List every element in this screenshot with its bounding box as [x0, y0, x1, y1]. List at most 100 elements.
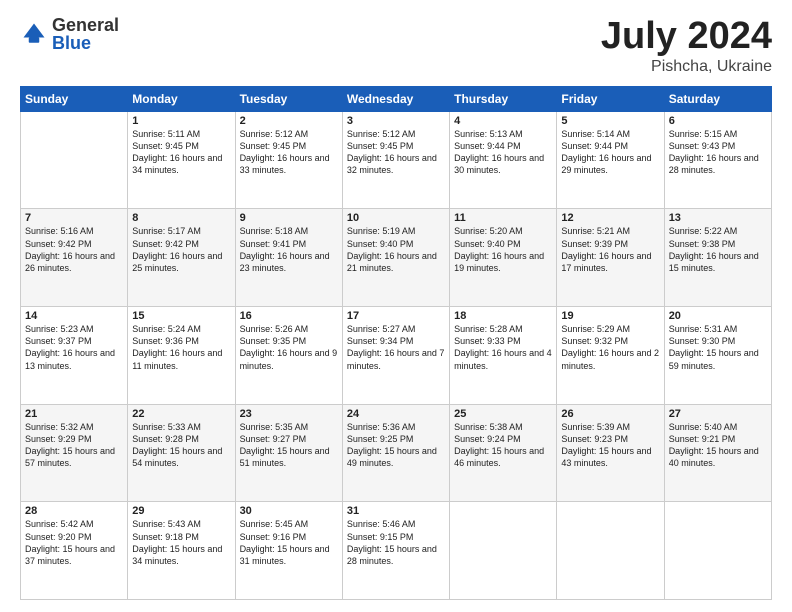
- day-info: Sunrise: 5:26 AMSunset: 9:35 PMDaylight:…: [240, 323, 338, 372]
- day-info: Sunrise: 5:21 AMSunset: 9:39 PMDaylight:…: [561, 225, 659, 274]
- table-row: 11Sunrise: 5:20 AMSunset: 9:40 PMDayligh…: [450, 209, 557, 307]
- table-row: 14Sunrise: 5:23 AMSunset: 9:37 PMDayligh…: [21, 307, 128, 405]
- logo-general-text: General: [52, 16, 119, 34]
- table-row: 5Sunrise: 5:14 AMSunset: 9:44 PMDaylight…: [557, 111, 664, 209]
- day-number: 27: [669, 408, 767, 420]
- calendar-week-row: 14Sunrise: 5:23 AMSunset: 9:37 PMDayligh…: [21, 307, 772, 405]
- table-row: 21Sunrise: 5:32 AMSunset: 9:29 PMDayligh…: [21, 404, 128, 502]
- day-number: 23: [240, 408, 338, 420]
- day-info: Sunrise: 5:19 AMSunset: 9:40 PMDaylight:…: [347, 225, 445, 274]
- day-info: Sunrise: 5:27 AMSunset: 9:34 PMDaylight:…: [347, 323, 445, 372]
- day-info: Sunrise: 5:35 AMSunset: 9:27 PMDaylight:…: [240, 421, 338, 470]
- col-saturday: Saturday: [664, 86, 771, 111]
- day-number: 17: [347, 310, 445, 322]
- day-number: 12: [561, 212, 659, 224]
- day-info: Sunrise: 5:33 AMSunset: 9:28 PMDaylight:…: [132, 421, 230, 470]
- day-info: Sunrise: 5:22 AMSunset: 9:38 PMDaylight:…: [669, 225, 767, 274]
- day-number: 19: [561, 310, 659, 322]
- day-info: Sunrise: 5:14 AMSunset: 9:44 PMDaylight:…: [561, 128, 659, 177]
- day-number: 22: [132, 408, 230, 420]
- table-row: 28Sunrise: 5:42 AMSunset: 9:20 PMDayligh…: [21, 502, 128, 600]
- day-info: Sunrise: 5:43 AMSunset: 9:18 PMDaylight:…: [132, 518, 230, 567]
- day-number: 30: [240, 505, 338, 517]
- col-monday: Monday: [128, 86, 235, 111]
- calendar-week-row: 1Sunrise: 5:11 AMSunset: 9:45 PMDaylight…: [21, 111, 772, 209]
- day-number: 10: [347, 212, 445, 224]
- day-number: 28: [25, 505, 123, 517]
- table-row: [557, 502, 664, 600]
- day-info: Sunrise: 5:12 AMSunset: 9:45 PMDaylight:…: [347, 128, 445, 177]
- day-info: Sunrise: 5:16 AMSunset: 9:42 PMDaylight:…: [25, 225, 123, 274]
- table-row: 22Sunrise: 5:33 AMSunset: 9:28 PMDayligh…: [128, 404, 235, 502]
- day-info: Sunrise: 5:36 AMSunset: 9:25 PMDaylight:…: [347, 421, 445, 470]
- calendar-table: Sunday Monday Tuesday Wednesday Thursday…: [20, 86, 772, 600]
- table-row: [21, 111, 128, 209]
- day-number: 18: [454, 310, 552, 322]
- table-row: 20Sunrise: 5:31 AMSunset: 9:30 PMDayligh…: [664, 307, 771, 405]
- table-row: 7Sunrise: 5:16 AMSunset: 9:42 PMDaylight…: [21, 209, 128, 307]
- table-row: 31Sunrise: 5:46 AMSunset: 9:15 PMDayligh…: [342, 502, 449, 600]
- table-row: 9Sunrise: 5:18 AMSunset: 9:41 PMDaylight…: [235, 209, 342, 307]
- logo-blue-text: Blue: [52, 34, 119, 52]
- logo-text: General Blue: [52, 16, 119, 52]
- title-location: Pishcha, Ukraine: [601, 58, 772, 76]
- day-number: 2: [240, 115, 338, 127]
- day-number: 16: [240, 310, 338, 322]
- day-info: Sunrise: 5:46 AMSunset: 9:15 PMDaylight:…: [347, 518, 445, 567]
- day-number: 24: [347, 408, 445, 420]
- col-sunday: Sunday: [21, 86, 128, 111]
- day-number: 20: [669, 310, 767, 322]
- day-info: Sunrise: 5:15 AMSunset: 9:43 PMDaylight:…: [669, 128, 767, 177]
- day-info: Sunrise: 5:32 AMSunset: 9:29 PMDaylight:…: [25, 421, 123, 470]
- day-number: 29: [132, 505, 230, 517]
- day-number: 31: [347, 505, 445, 517]
- table-row: 17Sunrise: 5:27 AMSunset: 9:34 PMDayligh…: [342, 307, 449, 405]
- day-info: Sunrise: 5:40 AMSunset: 9:21 PMDaylight:…: [669, 421, 767, 470]
- table-row: 8Sunrise: 5:17 AMSunset: 9:42 PMDaylight…: [128, 209, 235, 307]
- title-month: July 2024: [601, 16, 772, 58]
- calendar-week-row: 21Sunrise: 5:32 AMSunset: 9:29 PMDayligh…: [21, 404, 772, 502]
- title-block: July 2024 Pishcha, Ukraine: [601, 16, 772, 76]
- day-info: Sunrise: 5:11 AMSunset: 9:45 PMDaylight:…: [132, 128, 230, 177]
- table-row: 2Sunrise: 5:12 AMSunset: 9:45 PMDaylight…: [235, 111, 342, 209]
- table-row: 26Sunrise: 5:39 AMSunset: 9:23 PMDayligh…: [557, 404, 664, 502]
- table-row: 27Sunrise: 5:40 AMSunset: 9:21 PMDayligh…: [664, 404, 771, 502]
- day-number: 9: [240, 212, 338, 224]
- day-number: 26: [561, 408, 659, 420]
- day-info: Sunrise: 5:23 AMSunset: 9:37 PMDaylight:…: [25, 323, 123, 372]
- day-info: Sunrise: 5:17 AMSunset: 9:42 PMDaylight:…: [132, 225, 230, 274]
- day-info: Sunrise: 5:24 AMSunset: 9:36 PMDaylight:…: [132, 323, 230, 372]
- col-tuesday: Tuesday: [235, 86, 342, 111]
- table-row: 30Sunrise: 5:45 AMSunset: 9:16 PMDayligh…: [235, 502, 342, 600]
- col-friday: Friday: [557, 86, 664, 111]
- header: General Blue July 2024 Pishcha, Ukraine: [20, 16, 772, 76]
- col-wednesday: Wednesday: [342, 86, 449, 111]
- day-number: 1: [132, 115, 230, 127]
- day-info: Sunrise: 5:12 AMSunset: 9:45 PMDaylight:…: [240, 128, 338, 177]
- day-number: 4: [454, 115, 552, 127]
- table-row: 3Sunrise: 5:12 AMSunset: 9:45 PMDaylight…: [342, 111, 449, 209]
- day-number: 14: [25, 310, 123, 322]
- day-number: 3: [347, 115, 445, 127]
- day-number: 13: [669, 212, 767, 224]
- day-number: 8: [132, 212, 230, 224]
- day-number: 25: [454, 408, 552, 420]
- logo-icon: [20, 20, 48, 48]
- table-row: 15Sunrise: 5:24 AMSunset: 9:36 PMDayligh…: [128, 307, 235, 405]
- day-number: 11: [454, 212, 552, 224]
- day-info: Sunrise: 5:28 AMSunset: 9:33 PMDaylight:…: [454, 323, 552, 372]
- calendar-week-row: 28Sunrise: 5:42 AMSunset: 9:20 PMDayligh…: [21, 502, 772, 600]
- day-number: 5: [561, 115, 659, 127]
- table-row: 23Sunrise: 5:35 AMSunset: 9:27 PMDayligh…: [235, 404, 342, 502]
- day-info: Sunrise: 5:20 AMSunset: 9:40 PMDaylight:…: [454, 225, 552, 274]
- day-info: Sunrise: 5:13 AMSunset: 9:44 PMDaylight:…: [454, 128, 552, 177]
- calendar-week-row: 7Sunrise: 5:16 AMSunset: 9:42 PMDaylight…: [21, 209, 772, 307]
- logo: General Blue: [20, 16, 119, 52]
- table-row: 16Sunrise: 5:26 AMSunset: 9:35 PMDayligh…: [235, 307, 342, 405]
- day-info: Sunrise: 5:42 AMSunset: 9:20 PMDaylight:…: [25, 518, 123, 567]
- table-row: [450, 502, 557, 600]
- day-number: 7: [25, 212, 123, 224]
- day-info: Sunrise: 5:38 AMSunset: 9:24 PMDaylight:…: [454, 421, 552, 470]
- table-row: 4Sunrise: 5:13 AMSunset: 9:44 PMDaylight…: [450, 111, 557, 209]
- day-info: Sunrise: 5:31 AMSunset: 9:30 PMDaylight:…: [669, 323, 767, 372]
